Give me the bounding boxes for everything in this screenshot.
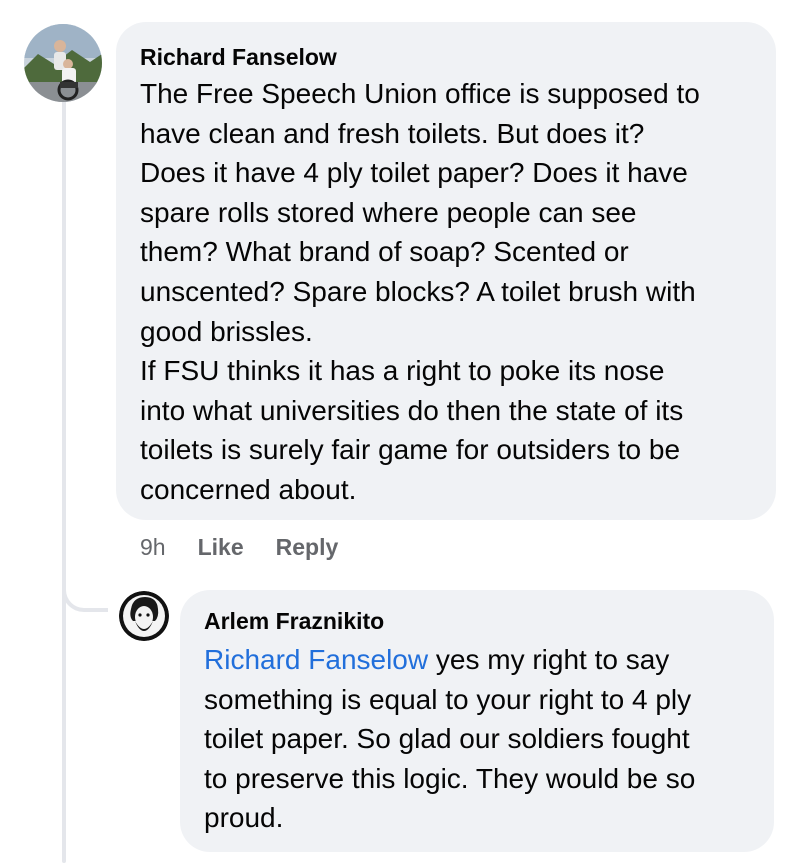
comment-actions: 9h Like Reply [140,530,338,564]
reply-bubble: Arlem Fraznikito Richard Fanselow yes my… [180,590,774,852]
reply-button[interactable]: Reply [276,534,339,561]
like-button[interactable]: Like [198,534,244,561]
comment-text: The Free Speech Union office is supposed… [140,78,700,505]
reply-text: Richard Fanselow yes my right to say som… [204,640,750,838]
comment-timestamp[interactable]: 9h [140,534,166,561]
reply-connector [62,560,108,612]
comment-bubble: Richard Fanselow The Free Speech Union o… [116,22,776,520]
thread-line [62,98,66,863]
reply-author[interactable]: Arlem Fraznikito [204,606,750,636]
comment-author[interactable]: Richard Fanselow [140,42,752,72]
avatar-richard-fanselow[interactable] [24,24,102,102]
mention-link[interactable]: Richard Fanselow [204,644,428,675]
avatar-arlem-fraznikito[interactable] [119,591,169,641]
